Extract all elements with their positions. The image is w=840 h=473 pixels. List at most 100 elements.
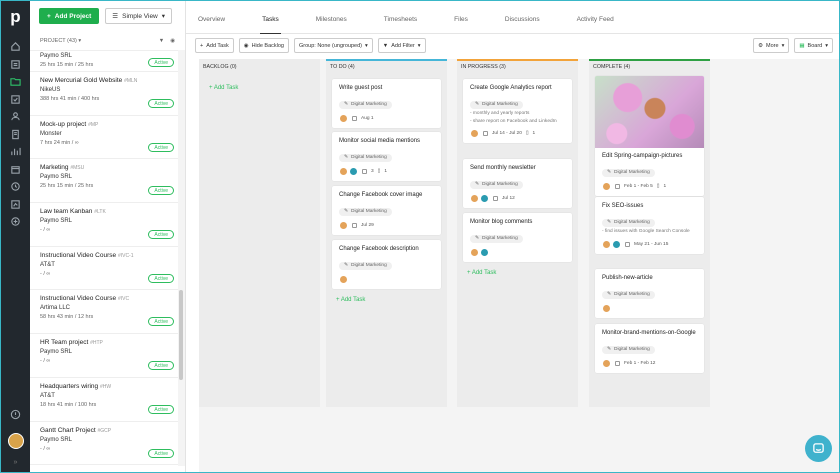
task-card[interactable]: Edit Spring-campaign-pictures ✎ Digital Ma… [595, 76, 704, 196]
project-name: Instructional Video Course [40, 251, 117, 259]
project-list-item[interactable]: Paymo SRL 25 hrs 15 min / 25 hrs Active [30, 50, 178, 72]
checkbox-icon [625, 241, 630, 247]
project-count-header[interactable]: PROJECT (43) ▾ [40, 38, 81, 44]
assignee-avatar[interactable] [470, 248, 479, 257]
users-icon[interactable] [1, 108, 30, 126]
assignee-avatar[interactable] [339, 221, 348, 230]
home-icon[interactable] [1, 38, 30, 56]
chevron-down-icon: ▾ [417, 42, 421, 49]
expand-icon[interactable]: » [14, 459, 18, 466]
project-list-item[interactable]: New Mercurial Gold Website #MLN NikeUS 3… [30, 72, 178, 116]
main-area: Overview Tasks Milestones Timesheets Files Di… [186, 1, 839, 472]
assignee-avatar[interactable] [602, 239, 611, 249]
project-code: #HW [99, 383, 112, 390]
tasks-icon[interactable] [1, 91, 30, 109]
task-title: Create Google Analytics report [470, 85, 552, 91]
task-card[interactable]: Monitor-brand-mentions-on-Google ✎ Digital… [595, 324, 704, 373]
project-list-item[interactable]: Gantt Chart Project #GCP Paymo SRL - / ∞… [30, 422, 178, 466]
group-select[interactable]: Group: None (ungrouped) ▾ [293, 38, 373, 53]
assignee-avatar[interactable] [602, 359, 611, 368]
project-title: HR Team project #HTP [40, 338, 178, 348]
projects-icon[interactable] [1, 73, 30, 91]
assignee-avatar[interactable] [602, 304, 611, 313]
task-meta [602, 304, 697, 313]
task-card[interactable]: Fix SEO-issues ✎ Digital Marketing - find i… [595, 197, 704, 254]
board-view-button[interactable]: ▦ Board ▾ [794, 38, 833, 53]
assignee-avatar[interactable] [480, 248, 489, 257]
task-card[interactable]: Monitor social media mentions ✎ Digital Ma… [332, 132, 441, 181]
checkbox-icon [352, 116, 357, 121]
task-card[interactable]: Create Google Analytics report ✎ Digital M… [463, 79, 572, 143]
project-title: Instructional Video Course #IVC-1 [40, 251, 178, 261]
task-date: Feb 1 - Feb 12 [624, 361, 656, 366]
task-tag: ✎ Digital Marketing [339, 153, 392, 162]
assignee-avatar[interactable] [470, 129, 479, 138]
plus-circle-icon[interactable] [1, 213, 30, 231]
app-window: p » + Add Project ☰ Simple View ▾ PROJECT (… [0, 0, 840, 473]
assignee-avatar[interactable] [602, 182, 611, 191]
task-card[interactable]: Write guest post ✎ Digital Marketing Aug 1 [332, 79, 441, 128]
task-date: Feb 1 - Feb 5 [624, 184, 653, 189]
tab-activity-feed[interactable]: Activity Feed [577, 16, 614, 33]
add-task-link[interactable]: + Add Task [467, 270, 496, 276]
add-task-link[interactable]: + Add Task [336, 297, 365, 303]
filter-icon[interactable]: ▼ [159, 38, 164, 44]
time-icon[interactable] [1, 178, 30, 196]
tab-milestones[interactable]: Milestones [316, 16, 347, 33]
tag-label: Digital Marketing [482, 102, 518, 107]
task-card[interactable]: Send monthly newsletter ✎ Digital Marketin… [463, 159, 572, 208]
project-list-item[interactable]: Instructional Video Course #IVC Artima L… [30, 290, 178, 335]
assignee-avatar[interactable] [480, 194, 489, 203]
group-label: Group: None (ungrouped) [298, 42, 362, 49]
add-filter-button[interactable]: ▼ Add Filter ▾ [377, 38, 426, 53]
project-list-item[interactable]: Law team Kanban #LTK Paymo SRL - / ∞ Act… [30, 203, 178, 247]
project-list-item[interactable]: Headquarters wiring #HW AT&T 18 hrs 41 m… [30, 378, 178, 422]
more-button[interactable]: ⚙ More ▾ [753, 38, 790, 53]
assignee-avatar[interactable] [349, 167, 358, 176]
status-badge: Active [148, 230, 174, 240]
assignee-avatar[interactable] [612, 239, 621, 249]
task-meta: Jul 29 [339, 221, 434, 230]
file-count: 1 [532, 131, 536, 136]
project-list-scrollbar[interactable] [178, 50, 185, 466]
eye-icon[interactable]: ◉ [170, 38, 175, 44]
project-list-item[interactable]: Marketing #MSU Paymo SRL 25 hrs 15 min /… [30, 159, 178, 204]
assignee-avatar[interactable] [339, 114, 348, 123]
paymo-logo[interactable]: p [7, 8, 25, 26]
chevron-down-icon: ▾ [825, 42, 828, 49]
task-card[interactable]: Change Facebook cover image ✎ Digital Mark… [332, 186, 441, 235]
tab-overview[interactable]: Overview [198, 16, 225, 33]
task-description: - find issues with Google Search Console [602, 229, 690, 234]
assignee-avatar[interactable] [339, 167, 348, 176]
hide-backlog-button[interactable]: ◉ Hide Backlog [238, 38, 289, 53]
tab-discussions[interactable]: Discussions [505, 16, 540, 33]
project-list-item[interactable]: Mock-up project #MP Monster 7 hrs 24 min… [30, 116, 178, 160]
add-task-link[interactable]: + Add Task [209, 85, 238, 91]
calendar-icon[interactable] [1, 161, 30, 179]
clients-icon[interactable] [1, 56, 30, 74]
task-card[interactable]: Monitor blog comments ✎ Digital Marketing [463, 213, 572, 262]
task-title: Send monthly newsletter [470, 165, 536, 171]
view-select[interactable]: ☰ Simple View ▾ [105, 8, 173, 24]
add-task-button[interactable]: + Add Task [195, 38, 234, 53]
tab-timesheets[interactable]: Timesheets [384, 16, 417, 33]
project-list-item[interactable]: Instructional Video Course #IVC-1 AT&T -… [30, 247, 178, 291]
user-avatar[interactable] [7, 433, 24, 449]
invoices-icon[interactable] [1, 126, 30, 144]
assignee-avatar[interactable] [339, 275, 348, 284]
stats-icon[interactable] [1, 196, 30, 214]
tab-bar: Overview Tasks Milestones Timesheets Files Di… [186, 1, 839, 34]
task-card[interactable]: Change Facebook description ✎ Digital Mark… [332, 240, 441, 289]
task-cover-image [595, 76, 704, 148]
task-card[interactable]: Publish-new-article ✎ Digital Marketing [595, 269, 704, 318]
add-project-button[interactable]: + Add Project [39, 8, 100, 24]
help-icon[interactable] [1, 406, 30, 424]
tab-tasks[interactable]: Tasks [260, 16, 281, 34]
tab-files[interactable]: Files [454, 16, 468, 33]
chat-button[interactable] [805, 435, 832, 462]
project-list-item[interactable]: HR Team project #HTP Paymo SRL - / ∞ Act… [30, 334, 178, 378]
plus-icon: + [47, 12, 51, 20]
reports-icon[interactable] [1, 143, 30, 161]
assignee-avatar[interactable] [470, 194, 479, 203]
add-task-link-label: Add Task [471, 270, 497, 276]
